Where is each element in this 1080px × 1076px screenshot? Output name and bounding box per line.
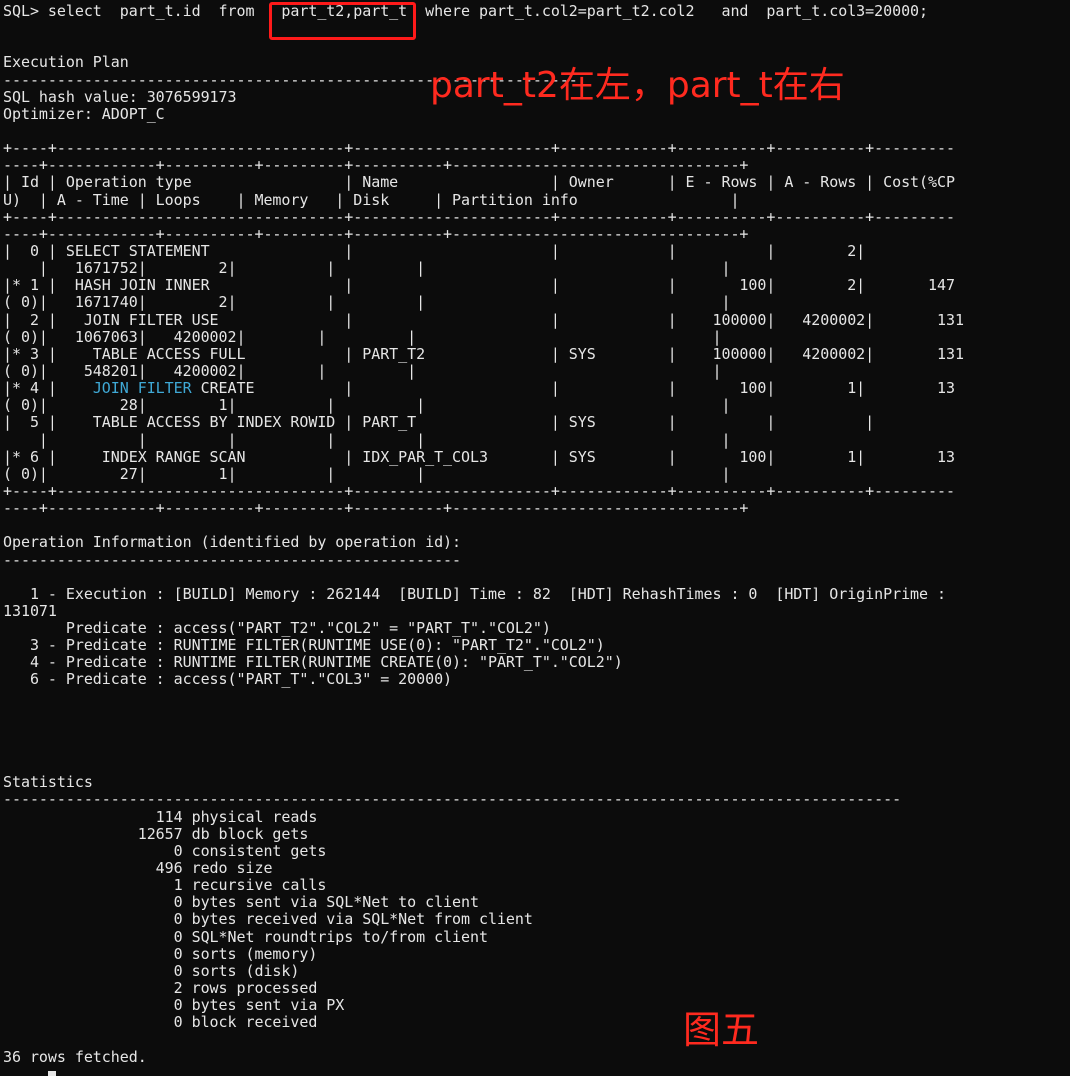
terminal-line: | 5 | TABLE ACCESS BY INDEX ROWID | PART… — [3, 413, 875, 432]
terminal-window[interactable]: SQL> select part_t.id from part_t2,part_… — [0, 0, 1070, 1076]
terminal-line: 0 SQL*Net roundtrips to/from client — [3, 927, 488, 946]
terminal-line: 6 - Predicate : access("PART_T"."COL3" =… — [3, 670, 453, 689]
terminal-line: SQL> select part_t.id from part_t2,part_… — [3, 2, 929, 20]
terminal-line: | 2 | JOIN FILTER USE | | | 100000| 4200… — [3, 310, 964, 329]
terminal-line: +----+--------------------------------+-… — [3, 139, 955, 158]
terminal-line: 0 bytes sent via SQL*Net to client — [3, 893, 479, 912]
terminal-line: 0 consistent gets — [3, 841, 327, 860]
terminal-line: 2 rows processed — [3, 979, 318, 998]
terminal-line: +----+--------------------------------+-… — [3, 207, 955, 226]
terminal-line: 131071 — [3, 601, 57, 620]
terminal-line: 0 bytes sent via PX — [3, 996, 345, 1015]
terminal-line: ----+------------+----------+---------+-… — [3, 224, 749, 243]
terminal-line: |* 1 | HASH JOIN INNER | | | 100| 2| 147 — [3, 276, 955, 295]
terminal-line: ( 0)| 1671740| 2| | | | — [3, 293, 731, 312]
terminal-line: 3 - Predicate : RUNTIME FILTER(RUNTIME U… — [3, 636, 605, 655]
terminal-line: | | | | | | — [3, 430, 731, 449]
terminal-line: Predicate : access("PART_T2"."COL2" = "P… — [3, 619, 551, 638]
terminal-line: ----+------------+----------+---------+-… — [3, 499, 749, 518]
terminal-line: 36 rows fetched. — [3, 1047, 147, 1066]
terminal-line: +----+--------------------------------+-… — [3, 481, 955, 500]
terminal-line: 1 - Execution : [BUILD] Memory : 262144 … — [3, 584, 946, 603]
terminal-line: ( 0)| 548201| 4200002| | | | — [3, 361, 722, 380]
terminal-line: 4 - Predicate : RUNTIME FILTER(RUNTIME C… — [3, 653, 623, 672]
terminal-line: ( 0)| 28| 1| | | | — [3, 396, 731, 415]
terminal-line: 114 physical reads — [3, 807, 318, 826]
terminal-line: ( 0)| 1067063| 4200002| | | | — [3, 327, 722, 346]
table-order-highlight-box — [269, 2, 416, 40]
terminal-line: ----------------------------------------… — [3, 790, 902, 809]
terminal-line: 1 recursive calls — [3, 876, 327, 895]
terminal-line: |* 6 | INDEX RANGE SCAN | IDX_PAR_T_COL3… — [3, 447, 955, 466]
terminal-line: ----+------------+----------+---------+-… — [3, 156, 749, 175]
terminal-line: ----------------------------------------… — [3, 550, 462, 569]
terminal-line: 0 bytes received via SQL*Net from client — [3, 910, 533, 929]
terminal-line: |* 4 | JOIN FILTER CREATE | | | 100| 1| … — [3, 379, 955, 398]
terminal-line: | 1671752| 2| | | | — [3, 259, 731, 278]
terminal-line: U) | A - Time | Loops | Memory | Disk | … — [3, 190, 740, 209]
terminal-line: | 0 | SELECT STATEMENT | | | | 2| — [3, 241, 866, 260]
terminal-cursor — [48, 1071, 56, 1076]
terminal-line: Operation Information (identified by ope… — [3, 533, 462, 552]
terminal-line: ( 0)| 27| 1| | | | — [3, 464, 731, 483]
terminal-line: 496 redo size — [3, 859, 273, 878]
terminal-line: Statistics — [3, 773, 93, 792]
screenshot: SQL> select part_t.id from part_t2,part_… — [0, 0, 1080, 1076]
terminal-output[interactable]: SQL> select part_t.id from part_t2,part_… — [3, 2, 1068, 1066]
terminal-line: |* 3 | TABLE ACCESS FULL | PART_T2 | SYS… — [3, 344, 964, 363]
join-filter-highlight: JOIN FILTER — [92, 379, 192, 398]
figure-label: 图五 — [683, 1008, 760, 1052]
terminal-line: 12657 db block gets — [3, 824, 309, 843]
join-order-annotation: part_t2在左，part_t在右 — [430, 65, 845, 106]
terminal-line: 0 block received — [3, 1013, 318, 1032]
terminal-line: 0 sorts (memory) — [3, 944, 318, 963]
terminal-line: 0 sorts (disk) — [3, 961, 300, 980]
terminal-line: | Id | Operation type | Name | Owner | E… — [3, 173, 955, 192]
terminal-line: Optimizer: ADOPT_C — [3, 104, 165, 123]
